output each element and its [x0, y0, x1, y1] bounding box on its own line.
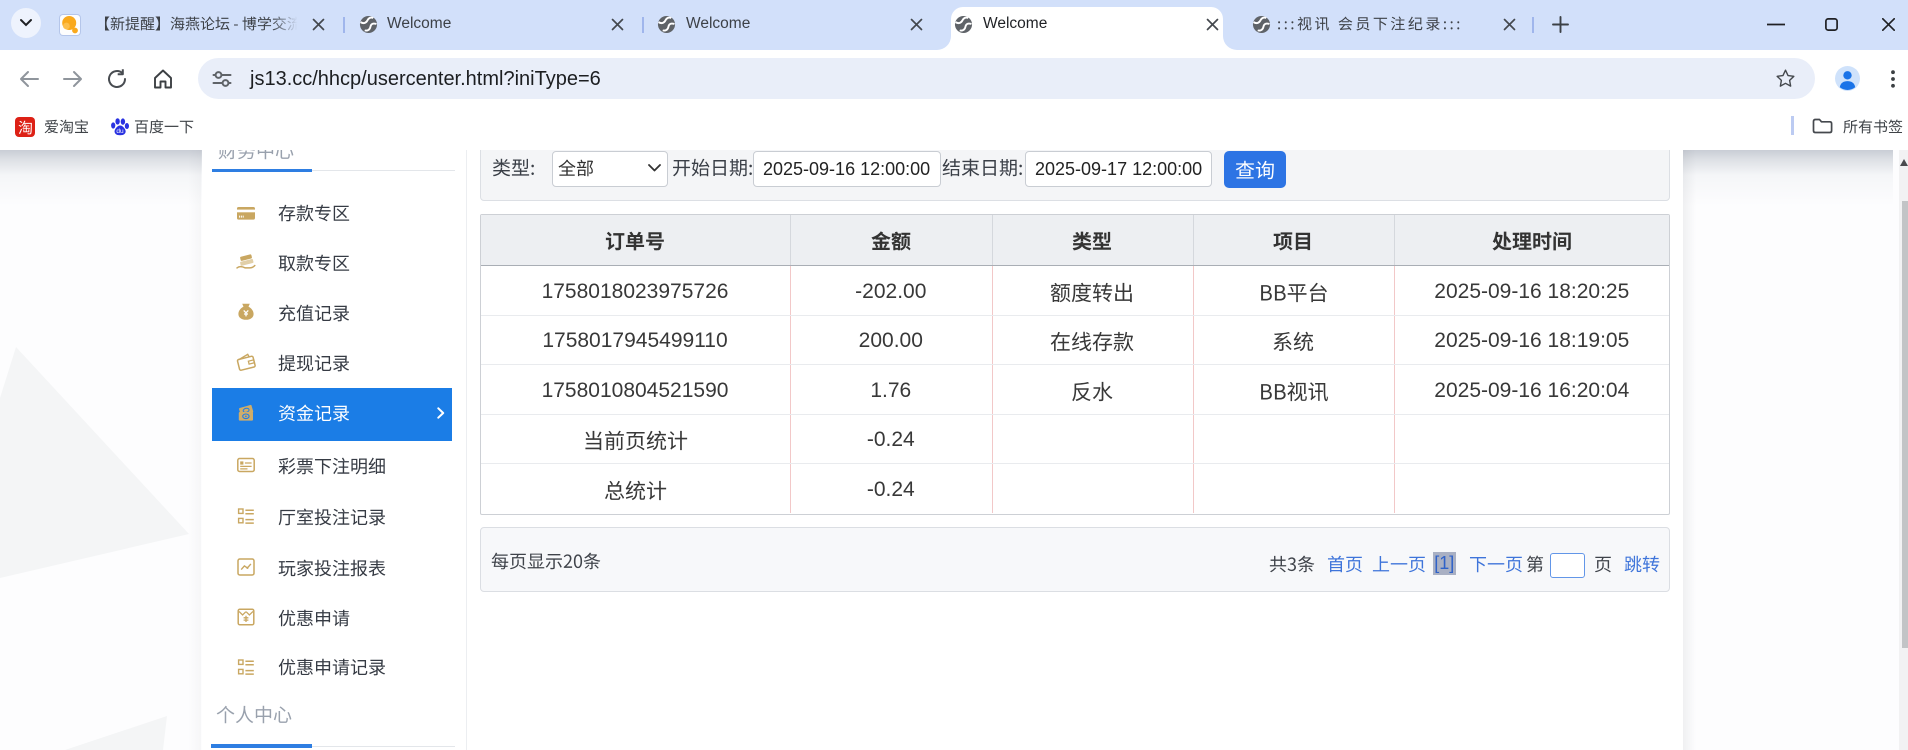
svg-text:du: du	[116, 128, 124, 135]
